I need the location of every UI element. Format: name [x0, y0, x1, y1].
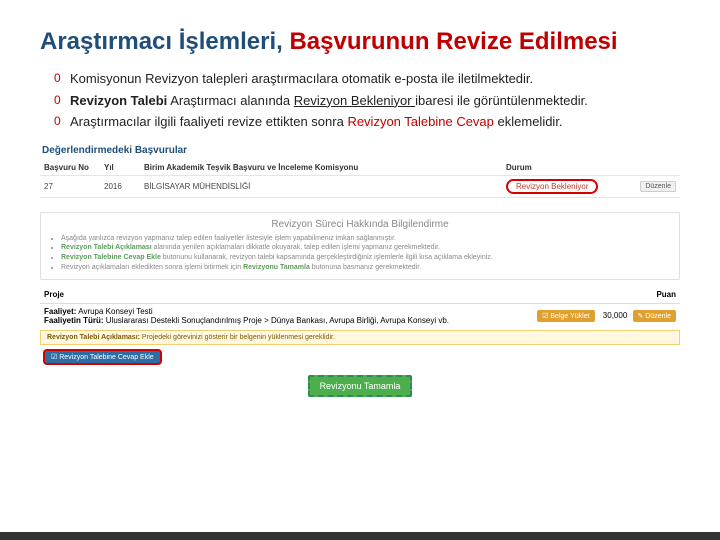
slide-title: Araştırmacı İşlemleri, Başvurunun Revize… — [40, 28, 680, 56]
footer-bar — [0, 532, 720, 540]
bullet-item: Revizyon Talebi Araştırmacı alanında Rev… — [58, 92, 680, 110]
info-item: Aşağıda yanlızca revizyon yapmanız talep… — [61, 234, 671, 244]
bullet-item: Komisyonun Revizyon talepleri araştırmac… — [58, 70, 680, 88]
col-commission: Birim Akademik Teşvik Başvuru ve İncelem… — [144, 163, 506, 172]
complete-revision-button[interactable]: Revizyonu Tamamla — [308, 375, 413, 397]
project-header: Proje Puan — [40, 286, 680, 304]
bullet-list: Komisyonun Revizyon talepleri araştırmac… — [40, 70, 680, 131]
upload-document-button[interactable]: ☑ Belge Yüklet — [537, 310, 594, 322]
edit-button[interactable]: Düzenle — [640, 181, 676, 192]
info-title: Revizyon Süreci Hakkında Bilgilendirme — [49, 219, 671, 230]
table-row: 27 2016 BİLGİSAYAR MÜHENDİSLİĞİ Revizyon… — [40, 176, 680, 198]
revision-description: Revizyon Talebi Açıklaması: Projedeki gö… — [40, 330, 680, 345]
status-badge: Revizyon Bekleniyor — [506, 179, 598, 194]
applications-panel: Değerlendirmedeki Başvurular Başvuru No … — [40, 145, 680, 397]
project-row: Faaliyet: Avrupa Konseyi Testi Faaliyeti… — [40, 304, 680, 328]
table-header: Başvuru No Yıl Birim Akademik Teşvik Baş… — [40, 160, 680, 176]
info-box: Revizyon Süreci Hakkında Bilgilendirme A… — [40, 212, 680, 280]
score-value: 30,000 — [603, 311, 627, 320]
col-no: Başvuru No — [44, 163, 104, 172]
col-status: Durum — [506, 163, 626, 172]
col-year: Yıl — [104, 163, 144, 172]
edit-activity-button[interactable]: ✎ Düzenle — [633, 310, 677, 322]
info-item: Revizyon açıklamaları ekledikten sonra i… — [61, 263, 671, 273]
panel-title: Değerlendirmedeki Başvurular — [42, 145, 680, 156]
add-revision-reply-button[interactable]: ☑ Revizyon Talebine Cevap Ekle — [43, 349, 162, 365]
info-item: Revizyon Talebine Cevap Ekle butonunu ku… — [61, 253, 671, 263]
bullet-item: Araştırmacılar ilgili faaliyeti revize e… — [58, 113, 680, 131]
info-item: Revizyon Talebi Açıklaması alanında yeni… — [61, 243, 671, 253]
